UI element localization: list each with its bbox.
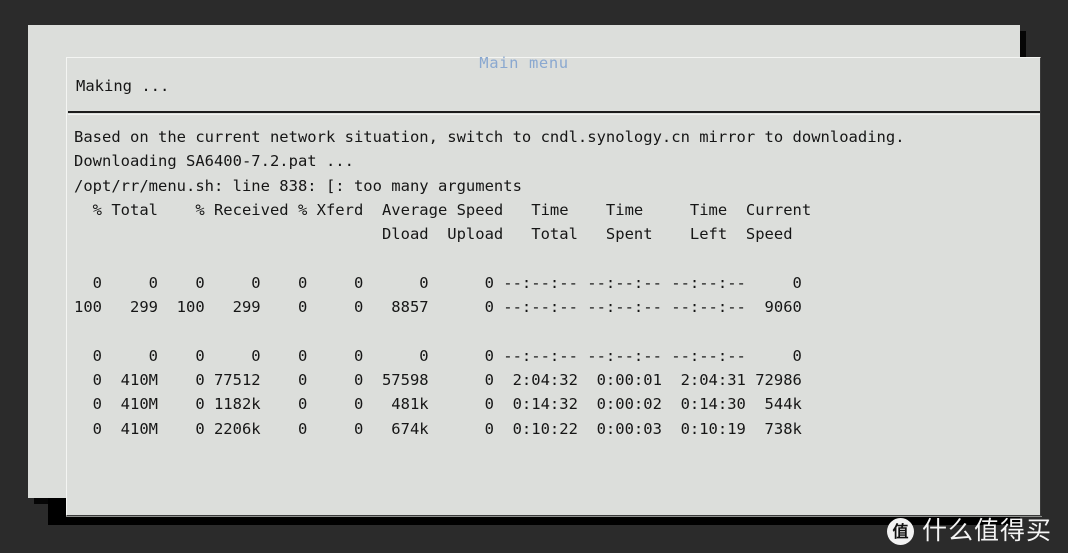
console-line: /opt/rr/menu.sh: line 838: [: too many a… [74, 176, 522, 195]
dialog-title: Main menu [479, 54, 569, 72]
console-line: 0 410M 0 2206k 0 0 674k 0 0:10:22 0:00:0… [74, 419, 802, 438]
console-line: 0 410M 0 1182k 0 0 481k 0 0:14:32 0:00:0… [74, 395, 802, 414]
watermark: 值 什么值得买 [886, 516, 1052, 545]
console-output[interactable]: Based on the current network situation, … [74, 125, 1034, 441]
console-line: 0 410M 0 77512 0 0 57598 0 2:04:32 0:00:… [74, 370, 802, 389]
console-line: 0 0 0 0 0 0 0 0 --:--:-- --:--:-- --:--:… [74, 346, 802, 365]
smzdm-logo-icon: 值 [886, 517, 914, 545]
console-line: 100 299 100 299 0 0 8857 0 --:--:-- --:-… [74, 298, 802, 317]
status-text: Making ... [76, 77, 170, 95]
console-line: Based on the current network situation, … [74, 128, 905, 146]
console-line: Dload Upload Total Spent Left Speed [74, 225, 793, 244]
desktop-background: Main menu Making ... Based on the curren… [0, 0, 1068, 553]
console-line: Downloading SA6400-7.2.pat ... [74, 152, 354, 171]
top-dark-strip [0, 0, 1068, 25]
console-line: 0 0 0 0 0 0 0 0 --:--:-- --:--:-- --:--:… [74, 273, 802, 292]
main-menu-dialog: Main menu Making ... Based on the curren… [28, 25, 1042, 517]
dialog-divider [68, 111, 1040, 115]
watermark-label: 什么值得买 [921, 516, 1052, 545]
console-line: % Total % Received % Xferd Average Speed… [74, 200, 812, 219]
